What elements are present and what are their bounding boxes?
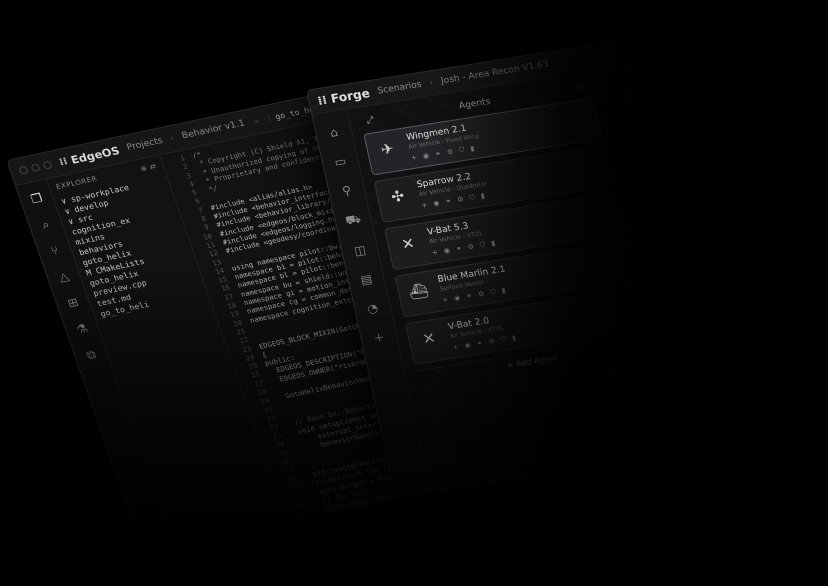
link-icon[interactable]: ⚭ <box>434 150 442 160</box>
camera-icon[interactable]: ◫ <box>353 243 367 258</box>
route-icon[interactable]: ⚲ <box>341 183 353 198</box>
breadcrumb-separator: › <box>169 133 176 144</box>
link-icon[interactable]: ⚭ <box>455 244 463 254</box>
agent-type-icon: ✕ <box>399 234 417 254</box>
breadcrumb-projects[interactable]: Projects <box>126 136 165 153</box>
breadcrumb-scenarios[interactable]: Scenarios <box>377 80 423 97</box>
map-icon[interactable]: ▭ <box>333 154 347 169</box>
battery-icon[interactable]: ▮ <box>480 192 486 201</box>
shapes-icon[interactable]: △ <box>55 269 74 285</box>
battery-icon[interactable]: ▮ <box>490 239 496 248</box>
forge-brand-name: Forge <box>329 86 372 106</box>
collapse-icon[interactable]: ⤢ <box>366 115 375 126</box>
add-icon[interactable]: + <box>452 343 460 353</box>
camera-icon[interactable]: ◉ <box>443 246 451 256</box>
maximize-dot[interactable] <box>42 160 53 170</box>
camera-icon[interactable]: ◉ <box>433 199 441 209</box>
settings-icon[interactable]: ⚙ <box>467 243 475 253</box>
files-icon[interactable]: ❐ <box>27 190 46 206</box>
home-icon[interactable]: ⌂ <box>329 125 340 140</box>
window-controls <box>18 160 53 175</box>
agent-type-icon: ✣ <box>389 186 406 207</box>
shield-icon[interactable]: ⛉ <box>469 193 476 203</box>
stage: ⁞⁞ EdgeOS Projects › Behavior v1.1 ⌄ go_… <box>0 0 828 586</box>
clipboard-icon[interactable]: ▤ <box>359 272 373 287</box>
shield-icon[interactable]: ⛉ <box>458 146 465 156</box>
minimize-dot[interactable] <box>30 163 41 173</box>
battery-icon[interactable]: ▮ <box>501 287 507 296</box>
agent-list: ✈ Wingmen 2.1 Air Vehicle - Fixed Wing + ◉ ⚭ ⚙… <box>363 97 645 365</box>
chart-icon[interactable]: ◔ <box>366 301 379 316</box>
settings-icon[interactable]: ⚙ <box>456 195 464 205</box>
agent-type-icon: ✕ <box>420 328 438 349</box>
layers-icon[interactable]: ⧉ <box>82 347 101 363</box>
link-icon[interactable]: ⚭ <box>445 197 453 207</box>
new-file-icon[interactable]: ⊕ ⇄ <box>140 162 158 173</box>
settings-icon[interactable]: ⚙ <box>477 290 485 300</box>
flask-icon[interactable]: ⚗ <box>73 321 92 337</box>
edgeos-logo-icon: ⁞⁞ <box>57 155 69 168</box>
link-icon[interactable]: ⚭ <box>465 292 473 302</box>
camera-icon[interactable]: ◉ <box>453 294 461 304</box>
settings-icon[interactable]: ⚙ <box>488 337 496 347</box>
agents-title: Agents <box>457 96 492 112</box>
breadcrumb-separator: › <box>428 78 435 89</box>
shield-icon[interactable]: ⛉ <box>479 241 486 251</box>
source-control-icon[interactable]: ⑂ <box>46 243 65 259</box>
battery-icon[interactable]: ▮ <box>470 144 476 153</box>
add-icon[interactable]: + <box>441 296 449 306</box>
add-icon[interactable]: + <box>431 248 439 258</box>
link-icon[interactable]: ⚭ <box>476 339 484 349</box>
agent-type-icon: ✈ <box>379 139 396 159</box>
settings-icon[interactable]: ⚙ <box>446 148 454 158</box>
chevron-down-icon[interactable]: ⌄ <box>251 115 262 126</box>
add-icon[interactable]: + <box>410 154 418 164</box>
add-icon[interactable]: + <box>421 201 429 211</box>
battery-icon[interactable]: ▮ <box>511 334 517 343</box>
shield-icon[interactable]: ⛉ <box>500 335 507 345</box>
forge-logo: ⁞⁞ Forge <box>316 86 371 108</box>
agent-type-icon: ⛴ <box>407 280 430 302</box>
search-icon[interactable]: ⌕ <box>36 217 55 233</box>
agents-panel: ⤢ Agents ⓘ ✈ Wingmen 2.1 Air Vehicle - Fix… <box>359 77 650 389</box>
camera-icon[interactable]: ◉ <box>422 152 430 162</box>
camera-icon[interactable]: ◉ <box>464 341 472 351</box>
shield-icon[interactable]: ⛉ <box>490 288 497 298</box>
vehicle-icon[interactable]: ⛟ <box>344 212 363 230</box>
edgeos-brand-name: EdgeOS <box>69 143 122 167</box>
plus-icon[interactable]: + <box>373 330 386 345</box>
close-dot[interactable] <box>18 165 29 175</box>
extensions-icon[interactable]: ⊞ <box>64 295 83 311</box>
info-icon[interactable]: ⓘ <box>574 80 586 94</box>
